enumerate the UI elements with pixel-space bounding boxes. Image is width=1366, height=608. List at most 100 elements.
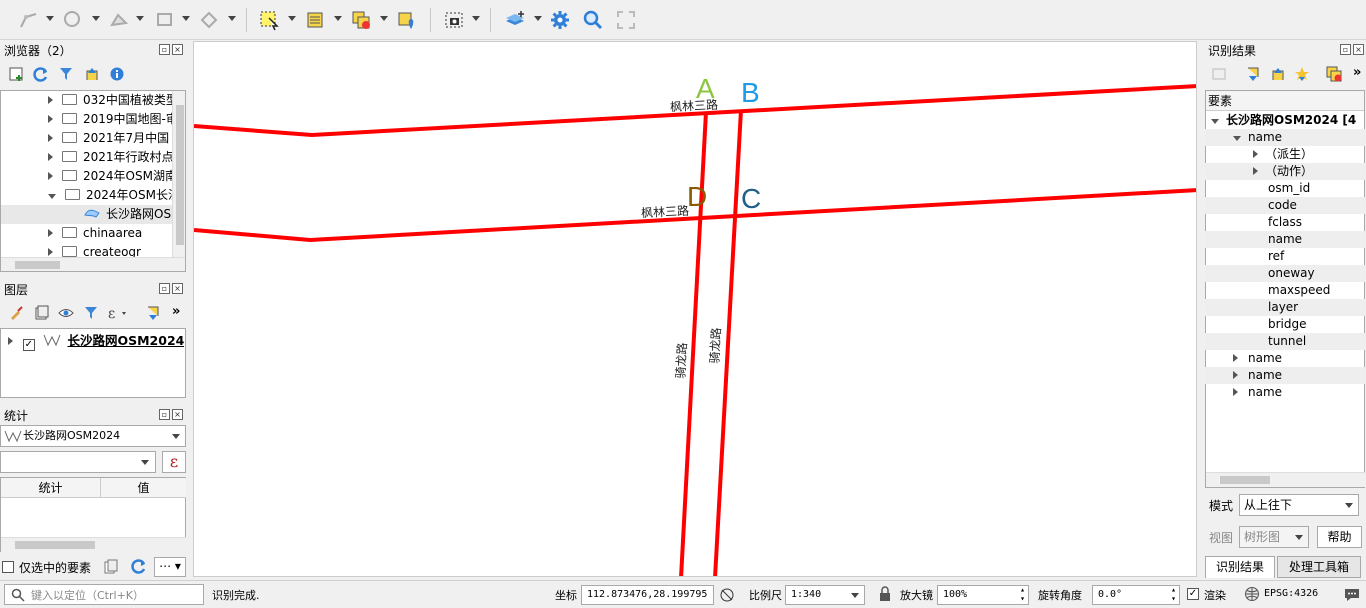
messages-icon[interactable]: [1343, 586, 1361, 602]
close-panel-icon[interactable]: ×: [172, 283, 183, 294]
field-row[interactable]: oneway: [1205, 265, 1365, 282]
horizontal-scrollbar[interactable]: [1206, 472, 1365, 487]
collapse-tree-icon[interactable]: [1270, 66, 1286, 82]
expression-filter-icon[interactable]: ε: [108, 305, 130, 321]
add-group-icon[interactable]: [33, 305, 49, 321]
add-selected-icon[interactable]: [8, 66, 24, 82]
add-ring-icon[interactable]: [196, 7, 222, 33]
more-options-button[interactable]: ⋯ ▾: [154, 557, 186, 577]
field-row[interactable]: ref: [1205, 248, 1365, 265]
expand-new-icon[interactable]: [1294, 66, 1310, 82]
select-by-attribute-icon[interactable]: [302, 7, 328, 33]
horizontal-scrollbar[interactable]: [1, 257, 185, 271]
render-checkbox[interactable]: ✓: [1187, 588, 1199, 600]
expand-all-icon[interactable]: [145, 305, 161, 321]
identify-feature-row[interactable]: name: [1205, 129, 1365, 146]
tab-processing-toolbox[interactable]: 处理工具箱: [1277, 556, 1361, 578]
coord-field[interactable]: 112.873476,28.199795: [581, 585, 714, 605]
add-part-icon[interactable]: [152, 7, 178, 33]
float-panel-icon[interactable]: ▫: [1340, 44, 1351, 55]
select-location-icon[interactable]: [394, 7, 420, 33]
identify-panel-title: 识别结果: [1208, 44, 1257, 58]
float-panel-icon[interactable]: ▫: [159, 283, 170, 294]
refresh-icon[interactable]: [33, 66, 49, 82]
add-layer-icon[interactable]: [502, 7, 528, 33]
lock-icon[interactable]: [878, 586, 892, 602]
style-brush-icon[interactable]: [8, 305, 24, 321]
select-features-icon[interactable]: [256, 7, 282, 33]
col-header-stat[interactable]: 统计: [1, 478, 101, 498]
identify-layer-row[interactable]: 长沙路网OSM2024 [4: [1205, 112, 1365, 129]
more-icon[interactable]: »: [172, 304, 180, 319]
expand-tree-icon[interactable]: [1245, 66, 1261, 82]
tree-item[interactable]: 2024年OSM湖南: [48, 167, 177, 186]
view-select[interactable]: 树形图: [1239, 526, 1309, 548]
float-panel-icon[interactable]: ▫: [159, 44, 170, 55]
scale-field[interactable]: 1:340: [785, 585, 865, 605]
copy-icon[interactable]: [104, 559, 118, 575]
crs-globe-icon[interactable]: [1244, 586, 1260, 602]
open-form-icon[interactable]: [1211, 66, 1227, 82]
deselect-icon[interactable]: [348, 7, 374, 33]
field-row[interactable]: layer: [1205, 299, 1365, 316]
settings-icon[interactable]: [547, 7, 573, 33]
digitize-icon[interactable]: [16, 7, 42, 33]
filter-icon[interactable]: [58, 66, 74, 82]
col-header-value[interactable]: 值: [101, 478, 186, 498]
zoom-icon[interactable]: [580, 7, 606, 33]
field-row[interactable]: maxspeed: [1205, 282, 1365, 299]
identify-feature-row[interactable]: name: [1205, 367, 1365, 384]
field-row[interactable]: tunnel: [1205, 333, 1365, 350]
extent-toggle-icon[interactable]: [719, 587, 735, 603]
actions-row[interactable]: （动作）: [1205, 163, 1365, 180]
more-icon[interactable]: »: [1353, 65, 1361, 80]
close-panel-icon[interactable]: ×: [172, 409, 183, 420]
crs-label[interactable]: EPSG:4326: [1264, 588, 1318, 599]
field-row[interactable]: name: [1205, 231, 1365, 248]
map-capture-icon[interactable]: [441, 7, 467, 33]
fullscreen-icon[interactable]: [613, 7, 639, 33]
tree-item[interactable]: chinaarea: [48, 224, 142, 243]
tree-item[interactable]: 2019中国地图-审: [48, 110, 178, 129]
horizontal-scrollbar[interactable]: [1, 537, 186, 552]
layer-item[interactable]: ✓ 长沙路网OSM2024: [8, 331, 184, 351]
info-icon[interactable]: [109, 66, 125, 82]
selected-only-checkbox[interactable]: [2, 561, 14, 573]
visibility-eye-icon[interactable]: [58, 305, 74, 321]
stats-field-select[interactable]: [0, 451, 156, 473]
mode-select[interactable]: 从上往下: [1239, 494, 1359, 516]
add-feature-icon[interactable]: [60, 7, 86, 33]
stats-layer-select[interactable]: 长沙路网OSM2024: [0, 425, 186, 447]
tree-item[interactable]: 2021年7月中国: [48, 129, 169, 148]
close-panel-icon[interactable]: ×: [172, 44, 183, 55]
clear-results-icon[interactable]: [1326, 66, 1342, 82]
float-panel-icon[interactable]: ▫: [159, 409, 170, 420]
magnifier-field[interactable]: 100% ▴ ▾: [937, 585, 1029, 605]
refresh-icon[interactable]: [131, 558, 147, 574]
line-layer-icon: [43, 334, 61, 347]
field-row[interactable]: fclass: [1205, 214, 1365, 231]
tab-identify[interactable]: 识别结果: [1205, 556, 1275, 578]
locator-input[interactable]: 键入以定位（Ctrl+K）: [4, 584, 204, 605]
tree-item[interactable]: 2021年行政村点: [48, 148, 174, 167]
identify-feature-row[interactable]: name: [1205, 384, 1365, 401]
layer-visibility-checkbox[interactable]: ✓: [22, 339, 35, 351]
vertex-tool-icon[interactable]: [106, 7, 132, 33]
tree-item[interactable]: 2024年OSM长沙: [48, 186, 180, 205]
expression-button[interactable]: ε: [162, 451, 186, 473]
derived-row[interactable]: （派生）: [1205, 146, 1365, 163]
vertical-scrollbar[interactable]: [172, 91, 185, 257]
field-row[interactable]: code: [1205, 197, 1365, 214]
collapse-all-icon[interactable]: [84, 66, 100, 82]
field-row[interactable]: bridge: [1205, 316, 1365, 333]
rotation-field[interactable]: 0.0° ▴ ▾: [1092, 585, 1180, 605]
filter-icon[interactable]: [83, 305, 99, 321]
folder-icon: [62, 227, 77, 238]
close-panel-icon[interactable]: ×: [1353, 44, 1364, 55]
help-button[interactable]: 帮助: [1317, 526, 1362, 548]
tree-item-selected[interactable]: 长沙路网OS: [1, 205, 173, 224]
identify-feature-row[interactable]: name: [1205, 350, 1365, 367]
tree-item[interactable]: 032中国植被类型: [48, 91, 178, 110]
map-canvas[interactable]: 枫林三路 枫林三路 骑龙路 骑龙路 A B C D: [193, 41, 1197, 577]
field-row[interactable]: osm_id: [1205, 180, 1365, 197]
